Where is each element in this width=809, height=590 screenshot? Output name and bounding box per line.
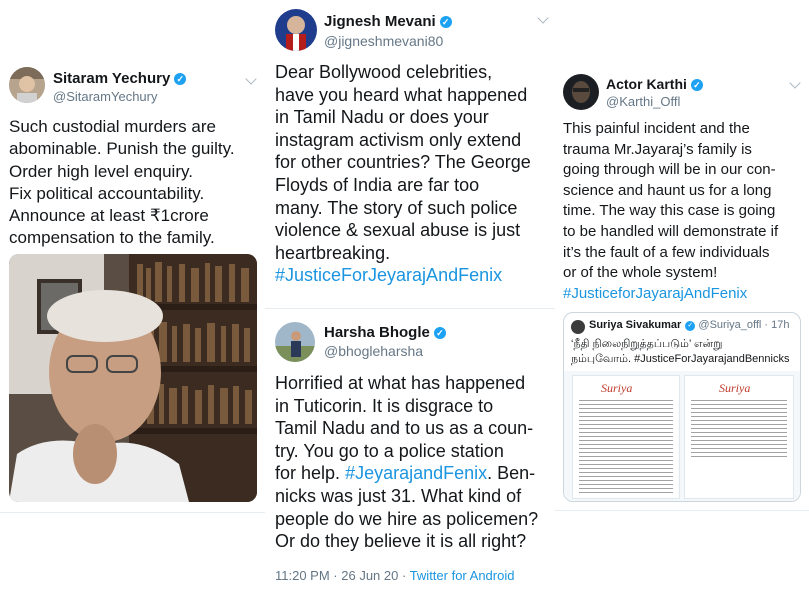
text-line: ‘நீதி நிலைநிறுத்தப்படும்’ என்று bbox=[571, 338, 723, 350]
letter-page: Suriya bbox=[572, 375, 680, 499]
tweet-karthi: Actor Karthi ✓ @Karthi_Offl This painful … bbox=[555, 0, 809, 590]
display-name-text: Harsha Bhogle bbox=[324, 324, 430, 341]
display-name-text: Jignesh Mevani bbox=[324, 13, 436, 30]
text-segment: . Ben- bbox=[487, 463, 536, 484]
letter-signature: Suriya bbox=[719, 381, 751, 395]
tweet-text: Dear Bollywood celebrities, have you hea… bbox=[275, 61, 531, 287]
text-line: abominable. Punish the guilty. bbox=[9, 139, 235, 159]
quoted-header: Suriya Sivakumar ✓ @Suriya_offl · 17h bbox=[589, 319, 790, 331]
display-name-text: Sitaram Yechury bbox=[53, 70, 171, 87]
chevron-down-icon[interactable] bbox=[537, 12, 549, 24]
text-line: trauma Mr.Jayaraj’s family is bbox=[563, 140, 752, 158]
tweet-text: Horrified at what has happened in Tutico… bbox=[275, 372, 538, 553]
tweet-divider bbox=[265, 308, 555, 309]
quoted-media: Suriya Suriya bbox=[564, 371, 800, 501]
tweet-text: Such custodial murders are abominable. P… bbox=[9, 116, 235, 250]
display-name[interactable]: Jignesh Mevani ✓ bbox=[324, 13, 452, 30]
text-line: violence & sexual abuse is just bbox=[275, 220, 521, 241]
avatar[interactable] bbox=[9, 67, 45, 103]
verified-badge-icon: ✓ bbox=[433, 327, 446, 339]
text-line: நம்புவோம். #JusticeForJayarajandBennicks bbox=[571, 352, 789, 367]
text-line: Floyds of India are far too bbox=[275, 174, 480, 195]
quoted-handle: @Suriya_offl bbox=[698, 319, 762, 331]
hashtag-link[interactable]: #JeyarajandFenix bbox=[345, 463, 487, 483]
text-line: in Tuticorin. It is disgrace to bbox=[275, 395, 494, 416]
tweet-date[interactable]: 26 Jun 20 bbox=[341, 568, 398, 583]
text-line: to be handled will demonstrate if bbox=[563, 222, 779, 240]
display-name[interactable]: Actor Karthi ✓ bbox=[606, 76, 703, 92]
tweet-divider bbox=[0, 512, 265, 513]
text-line: time. The way this case is going bbox=[563, 202, 776, 220]
text-line: compensation to the family. bbox=[9, 228, 215, 248]
hashtag-link[interactable]: #JusticeforJayarajAndFenix bbox=[563, 284, 778, 305]
quoted-age: 17h bbox=[771, 319, 790, 331]
verified-badge-icon: ✓ bbox=[690, 79, 703, 91]
text-line: it’s the fault of a few individuals bbox=[563, 243, 770, 261]
text-line: for help. #JeyarajandFenix. Ben- bbox=[275, 462, 538, 485]
quoted-avatar bbox=[571, 320, 585, 334]
avatar-image bbox=[275, 9, 317, 51]
text-line: instagram activism only extend bbox=[275, 129, 522, 150]
letter-text-block bbox=[579, 400, 673, 494]
text-line: try. You go to a police station bbox=[275, 440, 504, 461]
text-line: Announce at least ₹1crore bbox=[9, 206, 209, 226]
text-line: This painful incident and the bbox=[563, 120, 750, 137]
handle[interactable]: @jigneshmevani80 bbox=[324, 33, 443, 49]
avatar[interactable] bbox=[275, 9, 317, 51]
tweet-source-link[interactable]: Twitter for Android bbox=[410, 568, 515, 583]
avatar-image bbox=[275, 322, 315, 362]
verified-badge-icon: ✓ bbox=[685, 321, 696, 331]
text-line: Horrified at what has happened bbox=[275, 373, 526, 393]
quoted-text: ‘நீதி நிலைநிறுத்தப்படும்’ என்று நம்புவோம… bbox=[571, 337, 789, 367]
video-thumbnail[interactable] bbox=[9, 254, 257, 502]
text-line: going through will be in our con- bbox=[563, 161, 776, 179]
text-line: Fix political accountability. bbox=[9, 183, 205, 203]
text-line: in Tamil Nadu or does your bbox=[275, 107, 489, 128]
hashtag-link[interactable]: #JusticeForJeyarajAndFenix bbox=[275, 264, 531, 287]
display-name[interactable]: Harsha Bhogle ✓ bbox=[324, 324, 446, 341]
avatar-image bbox=[563, 74, 599, 110]
text-segment: for help. bbox=[275, 463, 341, 484]
tweet-divider bbox=[555, 510, 809, 511]
hashtag-text: #JusticeForJayarajandBennicks bbox=[634, 353, 790, 365]
text-line: Dear Bollywood celebrities, bbox=[275, 62, 493, 82]
verified-badge-icon: ✓ bbox=[174, 73, 187, 85]
avatar-image bbox=[9, 67, 45, 103]
text-segment: நம்புவோம். bbox=[571, 353, 632, 365]
quoted-name: Suriya Sivakumar bbox=[589, 319, 682, 331]
chevron-down-icon[interactable] bbox=[789, 77, 801, 89]
text-line: or of the whole system! bbox=[563, 264, 718, 282]
verified-badge-icon: ✓ bbox=[439, 16, 452, 28]
avatar[interactable] bbox=[275, 322, 315, 362]
text-line: Tamil Nadu and to us as a coun- bbox=[275, 418, 534, 439]
tweet-time[interactable]: 11:20 PM bbox=[275, 568, 330, 583]
handle[interactable]: @Karthi_Offl bbox=[606, 94, 680, 109]
text-line: science and haunt us for a long bbox=[563, 181, 772, 199]
text-line: heartbreaking. bbox=[275, 242, 391, 263]
avatar[interactable] bbox=[563, 74, 599, 110]
tweet-text: This painful incident and the trauma Mr.… bbox=[563, 119, 778, 304]
video-frame-image bbox=[9, 254, 257, 502]
text-line: for other countries? The George bbox=[275, 152, 531, 173]
letter-page: Suriya bbox=[684, 375, 794, 499]
text-line: Such custodial murders are bbox=[9, 117, 216, 136]
display-name[interactable]: Sitaram Yechury ✓ bbox=[53, 70, 187, 87]
tweet-meta: 11:20 PM · 26 Jun 20 · Twitter for Andro… bbox=[275, 568, 515, 583]
display-name-text: Actor Karthi bbox=[606, 76, 687, 92]
handle[interactable]: @SitaramYechury bbox=[53, 89, 157, 104]
text-line: many. The story of such police bbox=[275, 197, 518, 218]
letter-text-block bbox=[691, 400, 787, 460]
chevron-down-icon[interactable] bbox=[245, 73, 257, 85]
text-line: have you heard what happened bbox=[275, 84, 528, 105]
handle[interactable]: @bhogleharsha bbox=[324, 343, 423, 359]
column-middle: Jignesh Mevani ✓ @jigneshmevani80 Dear Bo… bbox=[265, 0, 555, 590]
quoted-tweet[interactable]: Suriya Sivakumar ✓ @Suriya_offl · 17h ‘நீ… bbox=[563, 312, 801, 502]
text-line: people do we hire as policemen? bbox=[275, 508, 539, 529]
text-line: Or do they believe it is all right? bbox=[275, 531, 527, 552]
tweet-yechury: Sitaram Yechury ✓ @SitaramYechury Such cu… bbox=[0, 0, 265, 590]
text-line: nicks was just 31. What kind of bbox=[275, 485, 522, 506]
text-line: Order high level enquiry. bbox=[9, 161, 193, 181]
letter-signature: Suriya bbox=[601, 381, 633, 395]
